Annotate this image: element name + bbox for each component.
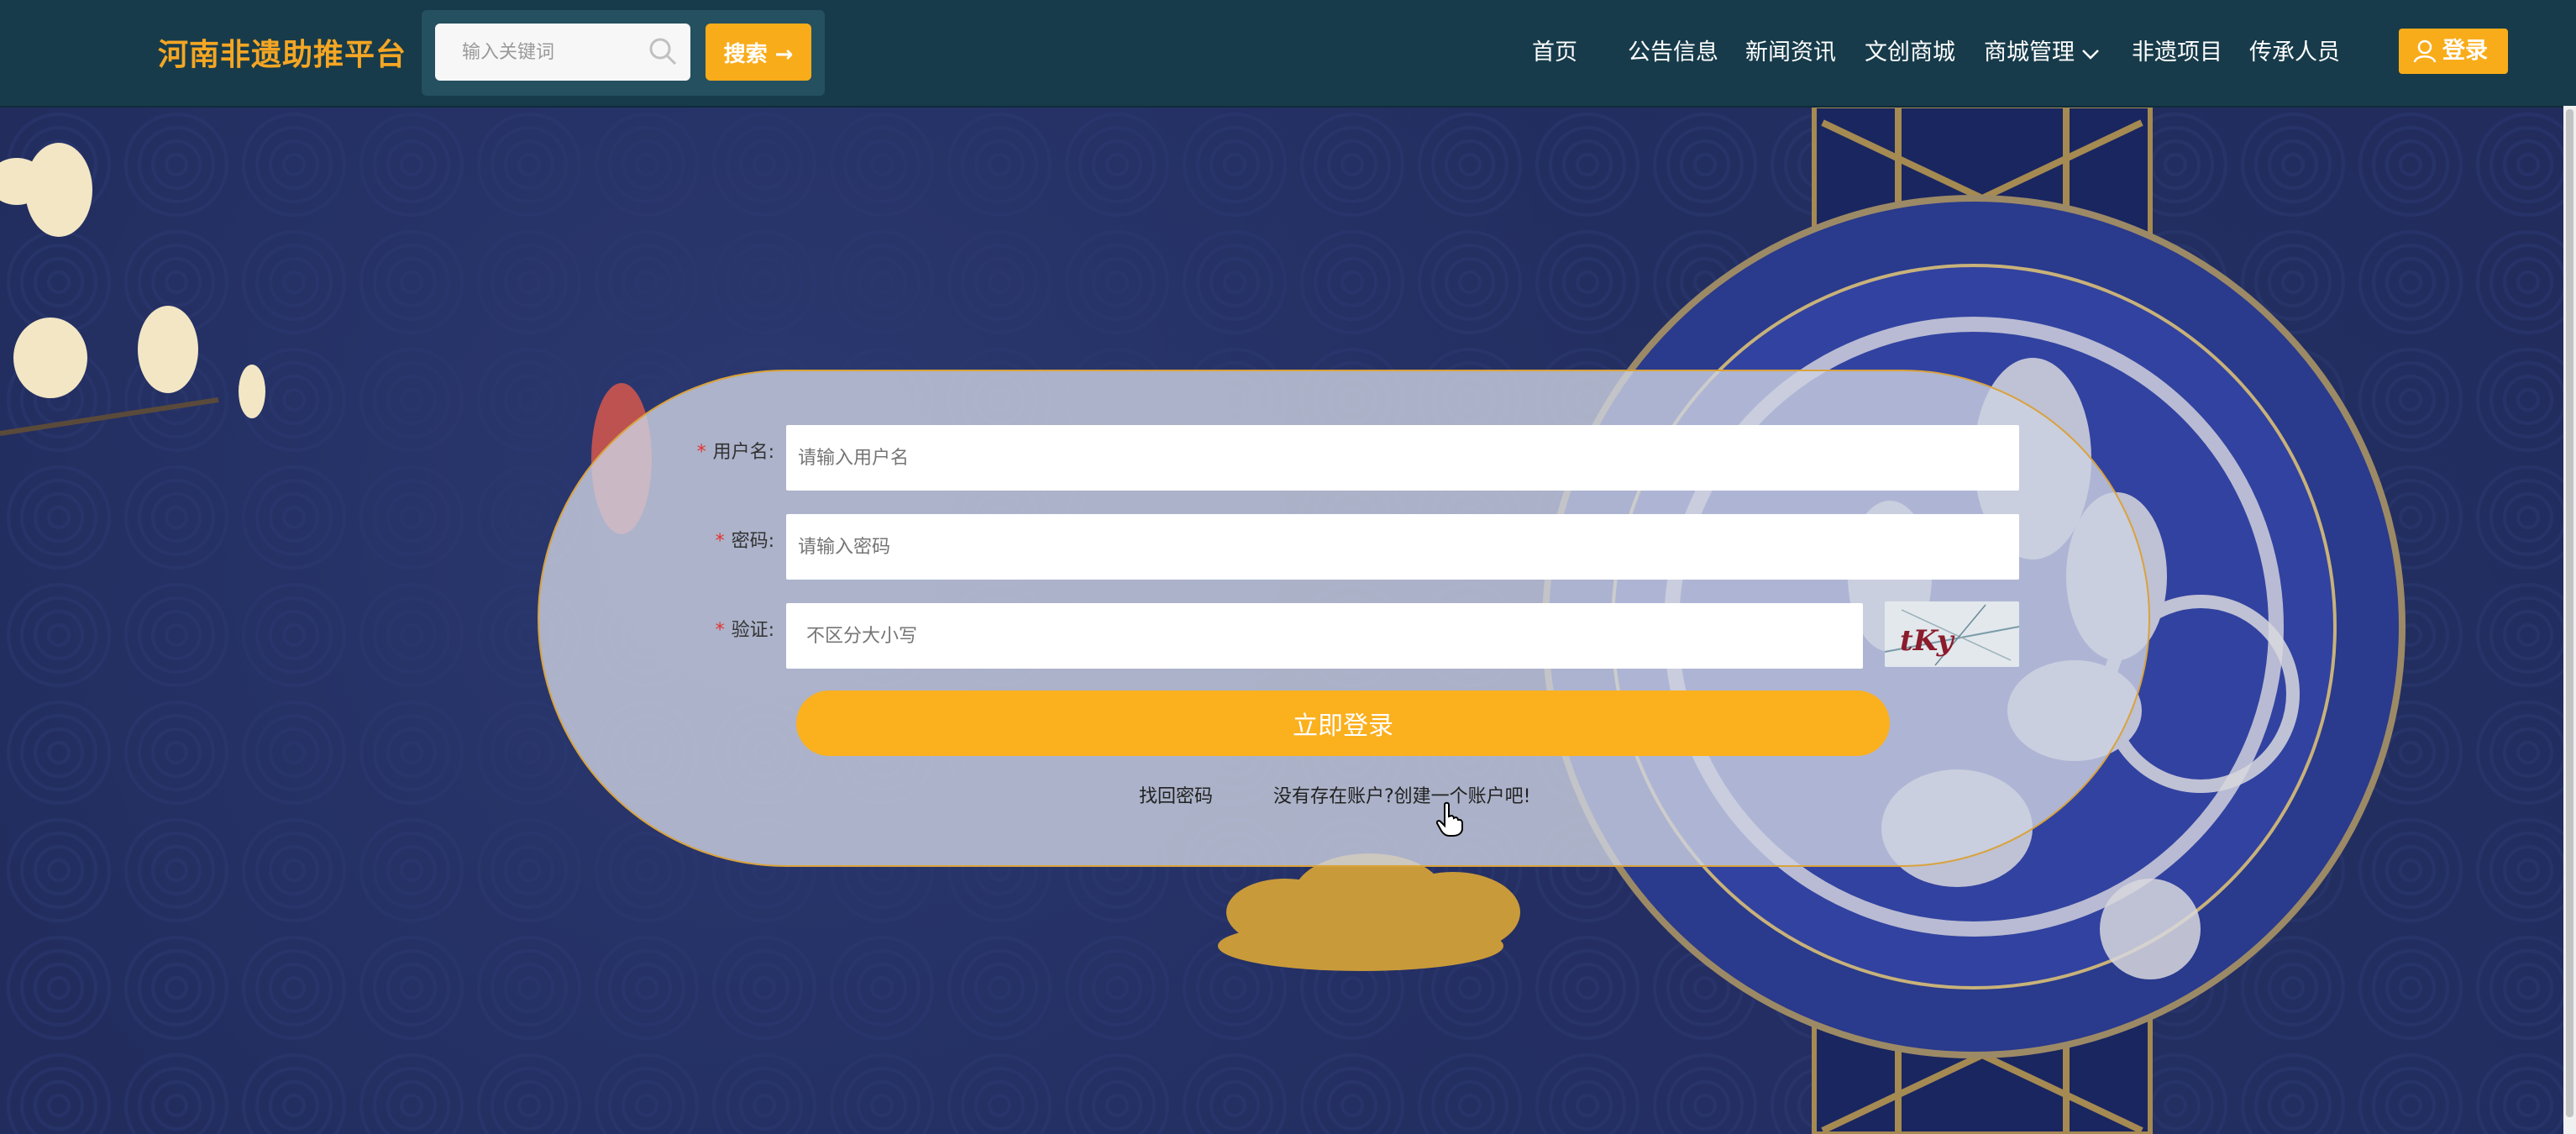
login-button[interactable]: 登录 (2399, 29, 2508, 74)
username-input[interactable] (786, 425, 2019, 491)
site-title[interactable]: 河南非遗助推平台 (158, 30, 407, 74)
password-input[interactable] (786, 514, 2019, 580)
top-header: 河南非遗助推平台 搜索 → 首页 公告信息 新闻资讯 文创商城 商城管理 非遗项… (0, 0, 2576, 108)
login-submit-button[interactable]: 立即登录 (796, 690, 1890, 756)
nav-item-inheritors[interactable]: 传承人员 (2249, 34, 2340, 66)
forgot-password-link[interactable]: 找回密码 (1139, 781, 1213, 808)
nav-item-home[interactable]: 首页 (1532, 34, 1577, 66)
search-icon[interactable] (647, 35, 679, 67)
nav-item-creative-shop[interactable]: 文创商城 (1865, 34, 1955, 66)
nav-item-news[interactable]: 新闻资讯 (1745, 34, 1836, 66)
captcha-image[interactable]: tKy (1885, 601, 2019, 667)
captcha-text: tKy (1900, 624, 1955, 658)
nav-item-shop-management-label: 商城管理 (1984, 39, 2075, 66)
register-link[interactable]: 没有存在账户?创建一个账户吧! (1273, 781, 1531, 808)
login-button-label: 登录 (2442, 38, 2488, 64)
hand-cursor-icon (1436, 801, 1463, 837)
password-label: * 密码: (715, 531, 774, 552)
search-button[interactable]: 搜索 → (706, 24, 811, 81)
username-label: * 用户名: (696, 442, 774, 463)
nav-item-shop-management[interactable]: 商城管理 (1984, 34, 2101, 66)
captcha-label: * 验证: (715, 620, 774, 641)
nav-item-announcements[interactable]: 公告信息 (1628, 34, 1718, 66)
chevron-down-icon (2082, 49, 2099, 60)
captcha-input[interactable] (786, 603, 1863, 669)
scrollbar-thumb[interactable] (2566, 109, 2573, 1117)
nav-item-heritage-projects[interactable]: 非遗项目 (2132, 34, 2222, 66)
user-icon (2413, 39, 2437, 63)
